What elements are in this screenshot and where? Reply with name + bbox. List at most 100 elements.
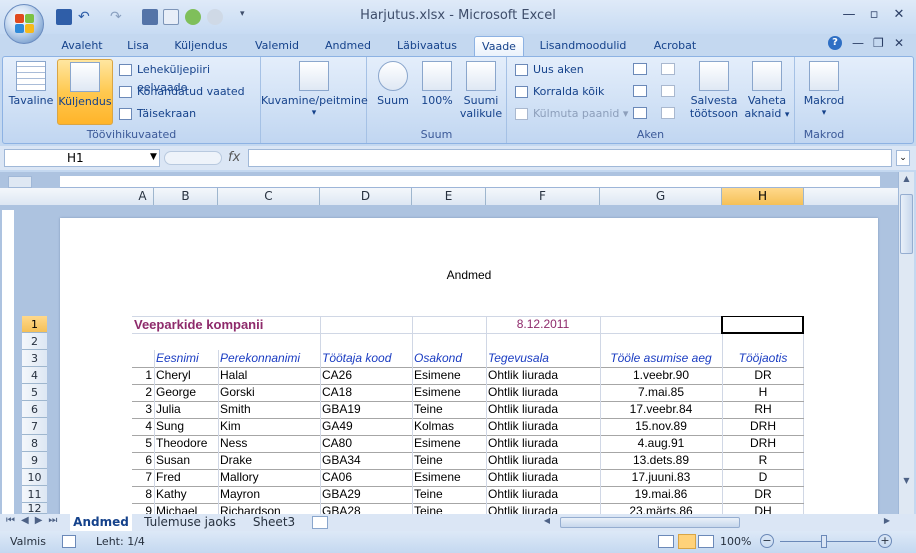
column-header-b[interactable]: B — [154, 188, 218, 205]
sheet-nav-arrows-icon[interactable]: ⏮◀▶⏭ — [6, 515, 63, 526]
page-break-status-icon[interactable] — [698, 535, 714, 548]
data-cell-code[interactable]: CA80 — [322, 435, 412, 452]
maximize-icon[interactable]: ▫ — [863, 6, 885, 24]
ribbon-minimize-icon[interactable]: — — [852, 36, 864, 50]
data-cell-role[interactable]: DR — [722, 486, 804, 503]
data-cell-role[interactable]: DRH — [722, 418, 804, 435]
full-screen-button[interactable]: Täisekraan — [119, 105, 259, 123]
data-cell-first[interactable]: Julia — [156, 401, 218, 418]
help-icon[interactable]: ? — [828, 36, 842, 50]
data-cell-first[interactable]: Kathy — [156, 486, 218, 503]
ruler-toggle[interactable] — [8, 176, 32, 188]
vertical-scrollbar[interactable]: ▲ ▼ — [898, 172, 914, 514]
data-cell-code[interactable]: GBA34 — [322, 452, 412, 469]
header-cell[interactable]: Tegevusala — [488, 350, 600, 367]
column-header-f[interactable]: F — [486, 188, 600, 205]
row-header-10[interactable]: 10 — [22, 469, 47, 486]
insert-function-icon[interactable]: fx — [228, 150, 240, 165]
tab-review[interactable]: Läbivaatus — [392, 36, 462, 56]
column-header-g[interactable]: G — [600, 188, 722, 205]
expand-formula-bar-icon[interactable]: ⌄ — [896, 150, 910, 166]
hide-window-icon[interactable] — [633, 85, 647, 97]
close-icon[interactable]: ✕ — [888, 6, 910, 24]
data-cell-area[interactable]: Ohtlik liurada — [488, 384, 600, 401]
qat-customize-icon[interactable]: ▾ — [240, 9, 245, 19]
company-name-cell[interactable]: Veeparkide kompanii — [134, 316, 263, 333]
page-layout-view-button[interactable]: Küljendus — [57, 59, 113, 125]
switch-windows-button[interactable]: Vaheta aknaid ▾ — [741, 59, 793, 125]
vertical-scroll-thumb[interactable] — [900, 194, 913, 254]
zoom-level[interactable]: 100% — [720, 535, 751, 548]
custom-views-button[interactable]: Kohandatud vaated — [119, 83, 259, 101]
data-cell-dept[interactable]: Teine — [414, 452, 486, 469]
data-cell-area[interactable]: Ohtlik liurada — [488, 469, 600, 486]
data-cell-n[interactable]: 1 — [132, 367, 152, 384]
sheet-tab-andmed[interactable]: Andmed — [70, 514, 132, 531]
redo-icon[interactable]: ↷ — [110, 9, 126, 25]
zoom-button[interactable]: Suum — [371, 59, 415, 125]
row-header-8[interactable]: 8 — [22, 435, 47, 452]
tab-page-layout[interactable]: Küljendus — [168, 36, 234, 56]
data-cell-dept[interactable]: Teine — [414, 486, 486, 503]
data-cell-date[interactable]: 7.mai.85 — [600, 384, 722, 401]
page-break-preview-button[interactable]: Leheküljepiiri eelvaade — [119, 61, 259, 94]
data-cell-area[interactable]: Ohtlik liurada — [488, 418, 600, 435]
tab-data[interactable]: Andmed — [318, 36, 378, 56]
data-cell-role[interactable]: RH — [722, 401, 804, 418]
page-layout-status-icon[interactable] — [678, 534, 696, 549]
ribbon-restore-icon[interactable]: ❐ — [873, 36, 884, 50]
view-side-by-side-icon[interactable] — [661, 63, 675, 75]
data-cell-first[interactable]: George — [156, 384, 218, 401]
zoom-out-icon[interactable]: − — [760, 534, 774, 548]
data-cell-area[interactable]: Ohtlik liurada — [488, 367, 600, 384]
reset-window-position-icon[interactable] — [661, 107, 675, 119]
data-cell-date[interactable]: 23.märts.86 — [600, 503, 722, 514]
data-cell-code[interactable]: CA18 — [322, 384, 412, 401]
data-cell-area[interactable]: Ohtlik liurada — [488, 401, 600, 418]
data-cell-role[interactable]: D — [722, 469, 804, 486]
tab-acrobat[interactable]: Acrobat — [644, 36, 706, 56]
date-cell[interactable]: 8.12.2011 — [486, 316, 600, 333]
data-cell-first[interactable]: Sung — [156, 418, 218, 435]
data-cell-dept[interactable]: Teine — [414, 401, 486, 418]
data-cell-date[interactable]: 15.nov.89 — [600, 418, 722, 435]
data-cell-dept[interactable]: Esimene — [414, 367, 486, 384]
green-circle-icon[interactable] — [185, 9, 201, 25]
data-cell-date[interactable]: 1.veebr.90 — [600, 367, 722, 384]
data-cell-last[interactable]: Mallory — [220, 469, 320, 486]
row-header-2[interactable]: 2 — [22, 333, 47, 350]
column-header-d[interactable]: D — [320, 188, 412, 205]
row-header-1[interactable]: 1 — [22, 316, 47, 333]
data-cell-last[interactable]: Kim — [220, 418, 320, 435]
data-cell-last[interactable]: Gorski — [220, 384, 320, 401]
data-cell-last[interactable]: Richardson — [220, 503, 320, 514]
data-cell-n[interactable]: 9 — [132, 503, 152, 514]
data-cell-role[interactable]: R — [722, 452, 804, 469]
header-cell[interactable]: Tööjaotis — [722, 350, 804, 367]
data-cell-date[interactable]: 4.aug.91 — [600, 435, 722, 452]
data-cell-area[interactable]: Ohtlik liurada — [488, 503, 600, 514]
data-cell-last[interactable]: Halal — [220, 367, 320, 384]
data-cell-n[interactable]: 3 — [132, 401, 152, 418]
column-header-c[interactable]: C — [218, 188, 320, 205]
data-cell-first[interactable]: Michael — [156, 503, 218, 514]
save-workspace-button[interactable]: Salvesta töötsoon — [689, 59, 739, 125]
data-cell-last[interactable]: Mayron — [220, 486, 320, 503]
tab-formulas[interactable]: Valemid — [248, 36, 306, 56]
horizontal-scroll-thumb[interactable] — [560, 517, 740, 528]
data-cell-first[interactable]: Fred — [156, 469, 218, 486]
zoom-to-selection-button[interactable]: Suumi valikule — [457, 59, 505, 125]
row-header-9[interactable]: 9 — [22, 452, 47, 469]
header-cell[interactable]: Eesnimi — [156, 350, 218, 367]
minimize-icon[interactable]: — — [838, 6, 860, 24]
zoom-in-icon[interactable]: + — [878, 534, 892, 548]
data-cell-n[interactable]: 7 — [132, 469, 152, 486]
formula-bar-resize-handle[interactable] — [164, 151, 222, 165]
normal-view-button[interactable]: Tavaline — [7, 59, 55, 125]
data-cell-last[interactable]: Drake — [220, 452, 320, 469]
data-cell-code[interactable]: CA26 — [322, 367, 412, 384]
data-cell-role[interactable]: DH — [722, 503, 804, 514]
gray-circle-icon[interactable] — [207, 9, 223, 25]
tab-home[interactable]: Avaleht — [52, 36, 112, 56]
save-icon[interactable] — [56, 9, 72, 25]
